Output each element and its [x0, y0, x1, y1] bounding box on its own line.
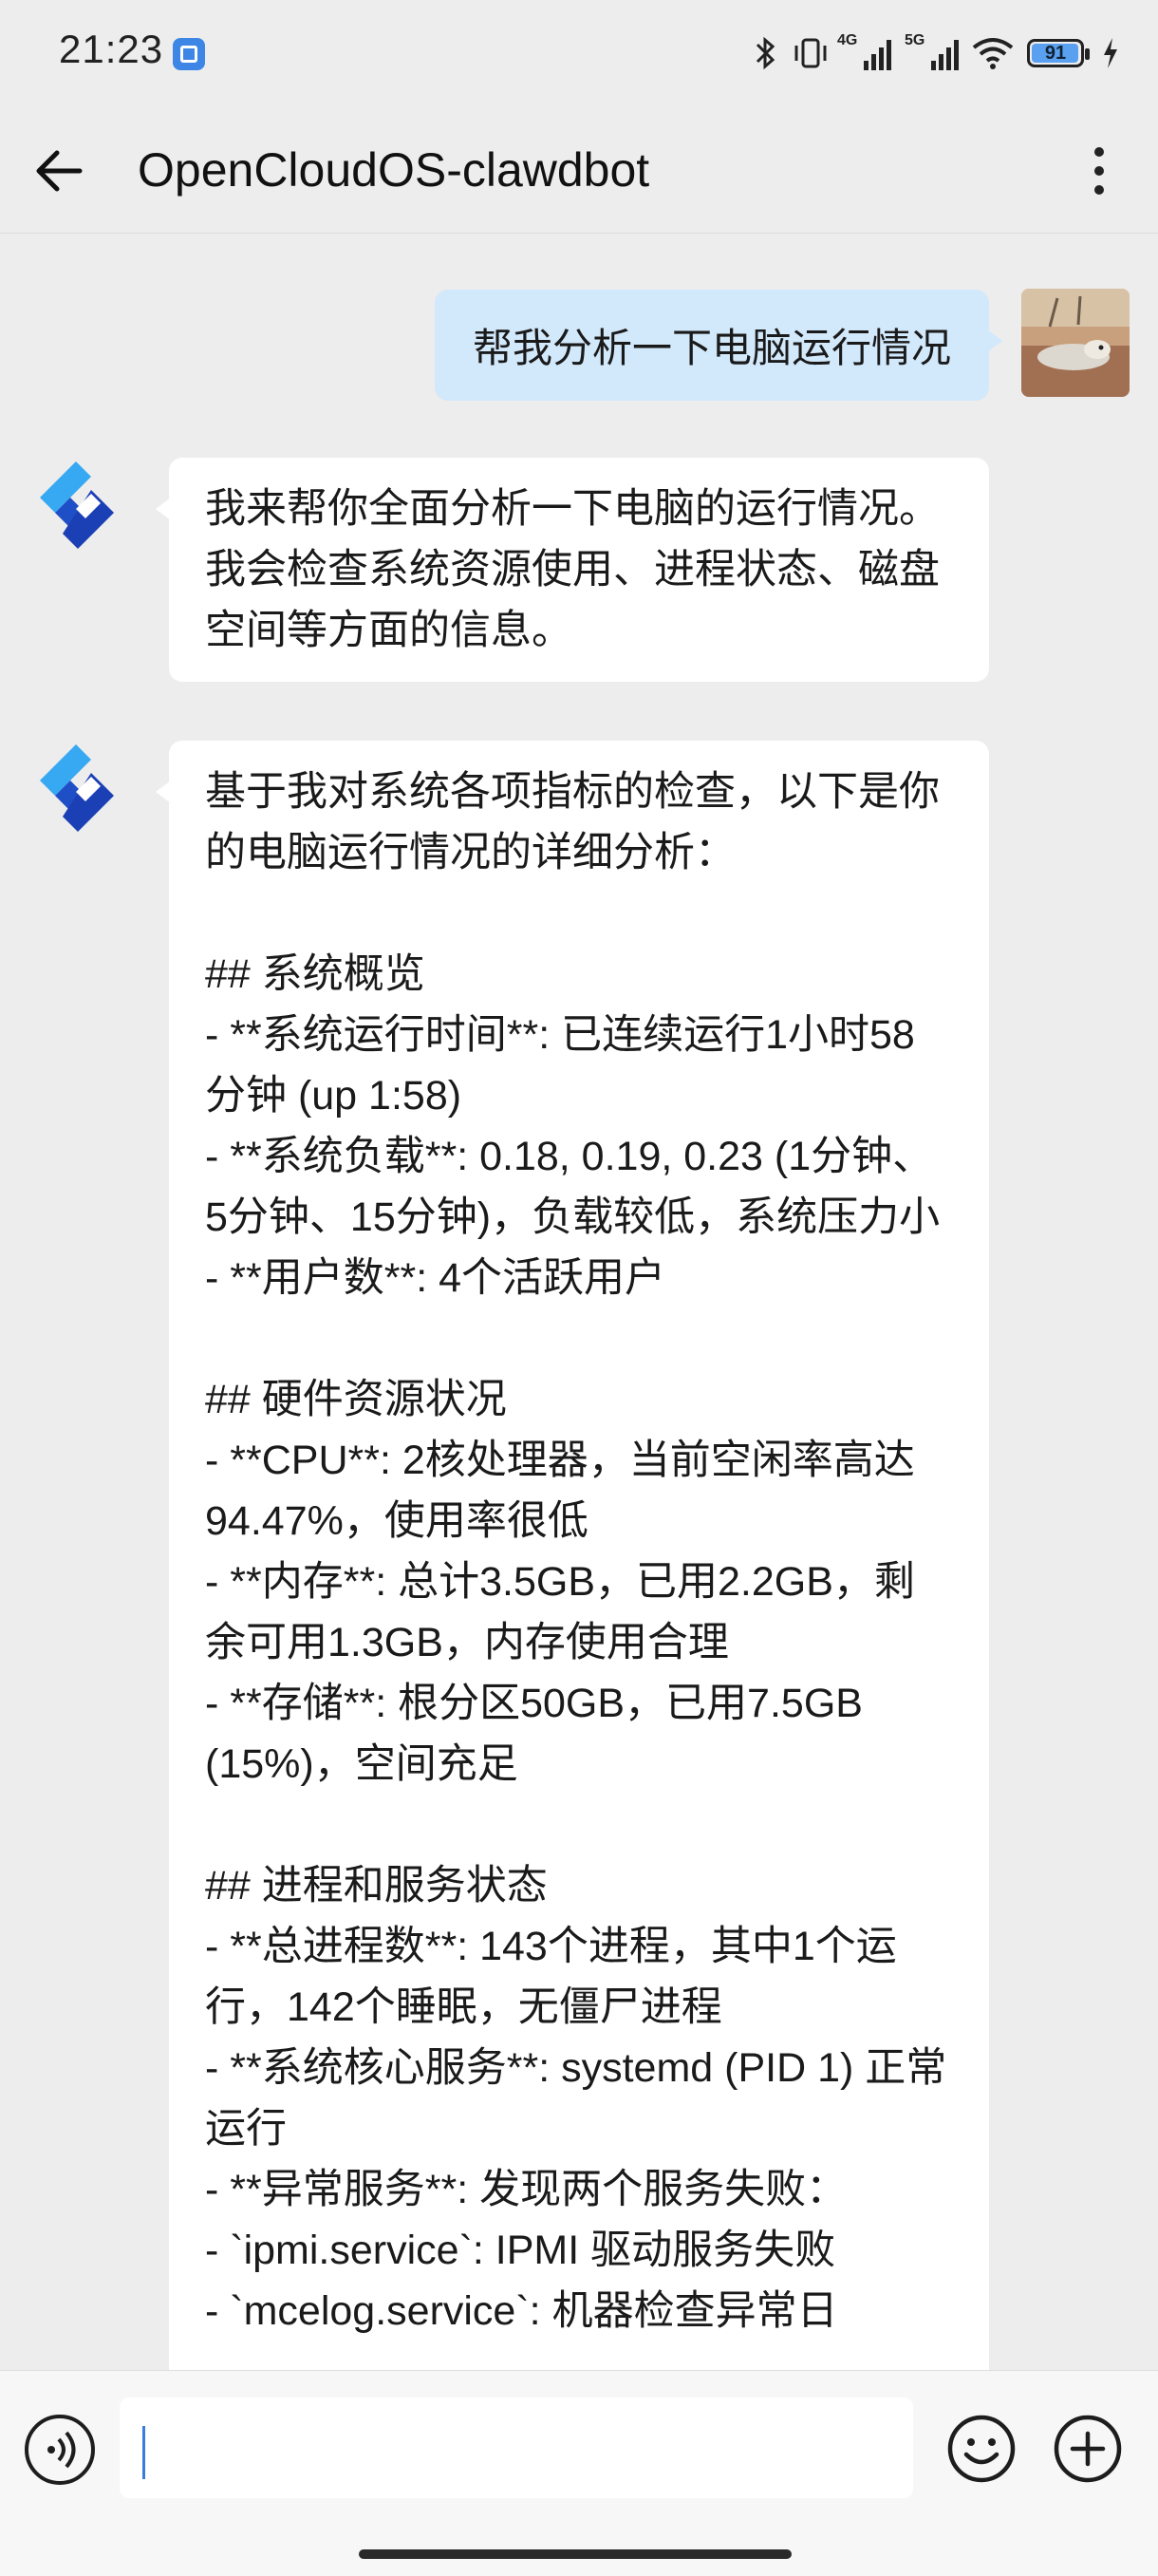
more-options-button[interactable]: [1069, 141, 1130, 201]
bot-logo-icon: [40, 461, 114, 549]
input-bar: [0, 2370, 1158, 2576]
network-type-b: 5G: [905, 32, 925, 48]
voice-input-button[interactable]: [25, 2415, 95, 2485]
more-vertical-icon: [1094, 147, 1104, 157]
user-avatar[interactable]: [1021, 289, 1130, 397]
charging-icon: [1104, 38, 1117, 68]
plus-icon: [1054, 2415, 1122, 2483]
battery-level: 91: [1044, 43, 1067, 64]
bot-logo-icon: [40, 744, 114, 832]
bot-avatar[interactable]: [34, 458, 120, 560]
voice-icon: [47, 2431, 76, 2469]
user-message[interactable]: 帮我分析一下电脑运行情况: [434, 290, 1003, 401]
home-indicator[interactable]: [359, 2549, 792, 2559]
signal-icon: 4G: [837, 32, 891, 70]
notification-app-icon: [173, 38, 205, 70]
status-bar: 21:23 4G 5G 91: [0, 0, 1158, 104]
bot-message[interactable]: 基于我对系统各项指标的检查，以下是你的电脑运行情况的详细分析： ## 系统概览 …: [156, 741, 989, 2370]
status-time: 21:23: [59, 27, 164, 71]
message-input[interactable]: [120, 2397, 913, 2498]
battery-icon: 91: [1027, 39, 1090, 67]
bot-message[interactable]: 我来帮你全面分析一下电脑的运行情况。我会检查系统资源使用、进程状态、磁盘空间等方…: [156, 458, 989, 682]
chat-messages[interactable]: 帮我分析一下电脑运行情况 我来帮你全面分析一下电脑的运行情况。我会检查系统资源使…: [0, 234, 1158, 2370]
bluetooth-icon: [756, 36, 775, 70]
arrow-left-icon: [36, 150, 83, 192]
back-button[interactable]: [28, 141, 89, 201]
status-icons: 4G 5G 91: [752, 25, 1120, 82]
bot-avatar[interactable]: [34, 741, 120, 843]
vibrate-icon: [794, 38, 827, 68]
text-cursor: [142, 2426, 145, 2479]
wifi-icon: [972, 38, 1014, 69]
signal-icon-2: 5G: [905, 32, 959, 70]
network-type-a: 4G: [837, 32, 858, 48]
emoji-icon: [947, 2415, 1016, 2483]
app-bar: OpenCloudOS-clawdbot: [0, 104, 1158, 234]
emoji-button[interactable]: [945, 2413, 1018, 2485]
chat-title: OpenCloudOS-clawdbot: [138, 143, 650, 197]
add-attachment-button[interactable]: [1052, 2413, 1124, 2485]
